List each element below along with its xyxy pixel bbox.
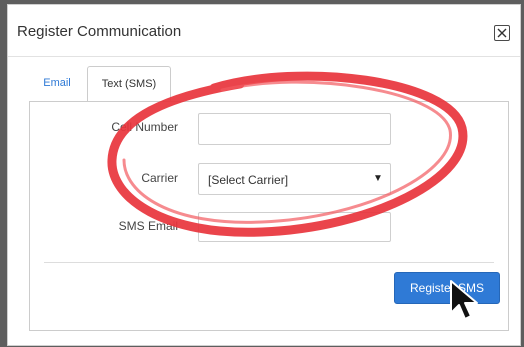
carrier-select[interactable]: [Select Carrier] ▼ — [198, 163, 391, 195]
carrier-label: Carrier — [141, 171, 178, 185]
register-sms-button[interactable]: Register SMS — [394, 272, 500, 304]
sms-form-panel: Cell Number Carrier [Select Carrier] ▼ S… — [29, 101, 509, 331]
cell-number-label: Cell Number — [111, 120, 178, 134]
close-button[interactable] — [494, 25, 510, 41]
register-communication-dialog: Register Communication Email Text (SMS) … — [7, 4, 521, 346]
chevron-down-icon: ▼ — [373, 173, 383, 184]
close-icon — [497, 28, 507, 38]
tab-bar: Email Text (SMS) — [29, 66, 509, 102]
sms-email-input[interactable] — [198, 212, 391, 242]
cell-number-input[interactable] — [198, 113, 391, 145]
sms-email-label: SMS Email — [118, 219, 178, 233]
tab-email[interactable]: Email — [29, 66, 85, 101]
dialog-title: Register Communication — [17, 23, 182, 40]
tab-text-sms[interactable]: Text (SMS) — [87, 66, 171, 102]
dialog-header: Register Communication — [8, 5, 520, 57]
carrier-selected-value: [Select Carrier] — [208, 173, 289, 187]
form-divider — [44, 262, 494, 263]
